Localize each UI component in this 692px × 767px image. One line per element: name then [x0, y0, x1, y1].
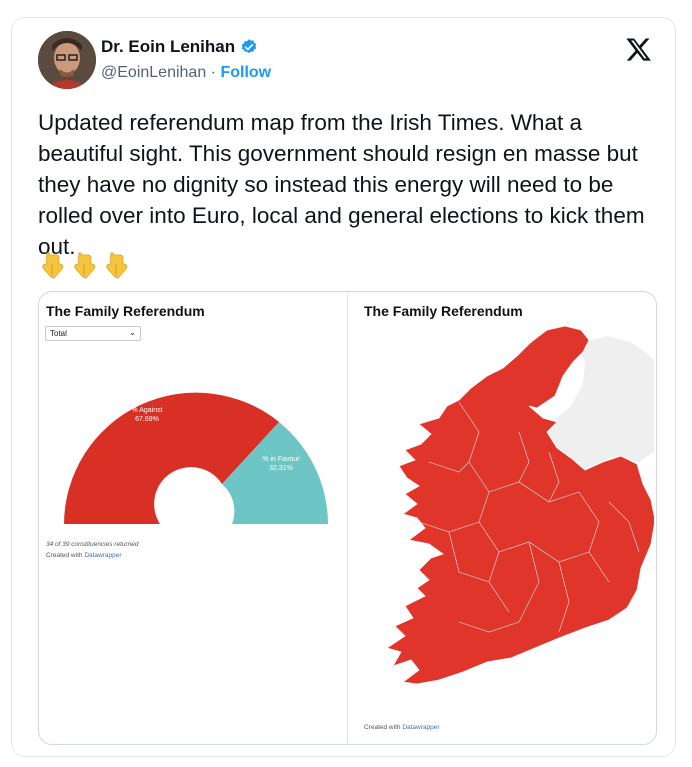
- chart-credit: Created with Datawrapper: [46, 552, 122, 559]
- pointing-down-emoji-icon: [106, 252, 128, 279]
- map-title: The Family Referendum: [364, 303, 523, 319]
- handle-separator: ·: [210, 64, 216, 81]
- tweet-text: Updated referendum map from the Irish Ti…: [38, 110, 645, 259]
- author-handle[interactable]: @EoinLenihan: [101, 64, 206, 81]
- map-credit: Created with Datawrapper: [364, 724, 440, 731]
- slice-label-against: % Against 67.69%: [131, 407, 163, 423]
- datawrapper-link[interactable]: Datawrapper: [84, 552, 121, 559]
- author-name[interactable]: Dr. Eoin Lenihan: [101, 37, 235, 57]
- ireland-map: [386, 325, 654, 685]
- follow-link[interactable]: Follow: [220, 64, 271, 81]
- panel-divider: [347, 292, 348, 744]
- slice-label-favour: % in Favour 32.31%: [262, 456, 300, 472]
- avatar[interactable]: [38, 31, 96, 89]
- pointing-down-emoji-icon: [74, 252, 96, 279]
- pointing-down-emoji-icon: [42, 252, 64, 279]
- verified-badge-icon: [241, 39, 257, 54]
- datawrapper-link[interactable]: Datawrapper: [402, 724, 439, 731]
- semicircle-chart: [64, 392, 328, 524]
- x-logo-icon[interactable]: [626, 36, 652, 62]
- chart-footnote: 34 of 39 constituencies returned: [46, 541, 139, 548]
- tweet-media[interactable]: The Family Referendum Total ⌄ % Against …: [38, 291, 657, 745]
